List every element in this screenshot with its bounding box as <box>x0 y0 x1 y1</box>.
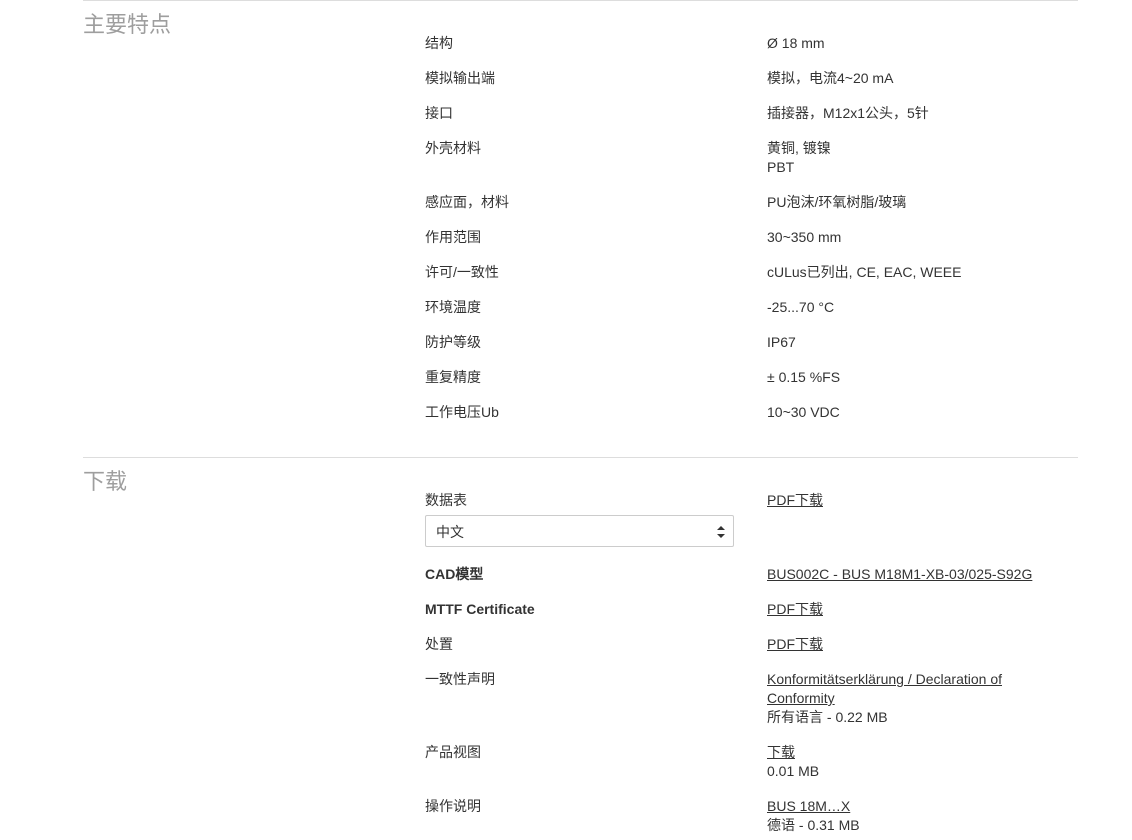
spec-value: cULus已列出, CE, EAC, WEEE <box>767 264 962 280</box>
spec-label: 外壳材料 <box>425 140 481 156</box>
download-label: MTTF Certificate <box>425 601 535 617</box>
spec-value: 30~350 mm <box>767 229 842 245</box>
spec-label: 作用范围 <box>425 229 481 245</box>
download-label: 处置 <box>425 636 453 652</box>
spec-value: 10~30 VDC <box>767 404 840 420</box>
conformity-link-continued[interactable]: Conformity <box>767 689 1082 708</box>
spec-value: 黄铜, 镀镍 PBT <box>767 139 1082 177</box>
cad-model-link[interactable]: BUS002C - BUS M18M1-XB-03/025-S92G <box>767 566 1032 582</box>
spec-label: 重复精度 <box>425 369 481 385</box>
spec-label: 结构 <box>425 35 453 51</box>
features-section: 主要特点 结构 Ø 18 mm 模拟输出端 模拟，电流4~20 mA 接口 插接… <box>83 0 1078 457</box>
spec-value-line: 黄铜, 镀镍 <box>767 140 831 156</box>
spec-value: IP67 <box>767 334 796 350</box>
download-value: PDF下载 <box>767 600 1082 619</box>
datasheet-pdf-link[interactable]: PDF下载 <box>767 492 823 508</box>
disposal-pdf-link[interactable]: PDF下载 <box>767 636 823 652</box>
download-label: CAD模型 <box>425 566 484 582</box>
spec-label: 防护等级 <box>425 334 481 350</box>
product-view-link[interactable]: 下载 <box>767 743 1082 762</box>
features-title: 主要特点 <box>83 12 172 37</box>
select-arrows-icon <box>717 526 725 538</box>
download-label: 操作说明 <box>425 798 481 814</box>
spec-value: Ø 18 mm <box>767 35 825 51</box>
manual-meta: 德语 - 0.31 MB <box>767 817 860 833</box>
spec-value: ± 0.15 %FS <box>767 369 841 385</box>
spec-value: -25...70 °C <box>767 299 835 315</box>
spec-label: 感应面，材料 <box>425 194 509 210</box>
download-value: PDF下载 <box>767 491 1082 510</box>
download-value: Konformitätserklärung / Declaration of C… <box>767 670 1082 727</box>
spec-label: 环境温度 <box>425 299 481 315</box>
download-value: BUS002C - BUS M18M1-XB-03/025-S92G <box>767 565 1082 584</box>
spec-value: PU泡沫/环氧树脂/玻璃 <box>767 194 907 210</box>
spec-value: 插接器，M12x1公头，5针 <box>767 105 929 121</box>
downloads-title: 下载 <box>83 469 128 494</box>
spec-value-line: PBT <box>767 159 795 175</box>
conformity-link[interactable]: Konformitätserklärung / Declaration of <box>767 670 1082 689</box>
spec-value: 模拟，电流4~20 mA <box>767 70 894 86</box>
download-value: 下载 0.01 MB <box>767 743 1082 781</box>
download-label: 一致性声明 <box>425 671 495 687</box>
manual-link[interactable]: BUS 18M…X <box>767 797 1082 816</box>
spec-label: 许可/一致性 <box>425 264 499 280</box>
product-view-meta: 0.01 MB <box>767 763 820 779</box>
download-value: PDF下载 <box>767 635 1082 654</box>
download-label: 产品视图 <box>425 744 481 760</box>
download-value: BUS 18M…X 德语 - 0.31 MB <box>767 797 1082 835</box>
spec-label: 工作电压Ub <box>425 404 499 420</box>
conformity-meta: 所有语言 - 0.22 MB <box>767 709 888 725</box>
spec-label: 接口 <box>425 105 453 121</box>
language-select-value: 中文 <box>436 524 464 540</box>
downloads-section: 下载 数据表 PDF下载 中文 CAD模型 BUS002C - BUS M18M… <box>83 457 1078 840</box>
spec-label: 模拟输出端 <box>425 70 495 86</box>
download-label: 数据表 <box>425 492 467 508</box>
language-select[interactable]: 中文 <box>425 515 734 547</box>
mttf-pdf-link[interactable]: PDF下载 <box>767 601 823 617</box>
